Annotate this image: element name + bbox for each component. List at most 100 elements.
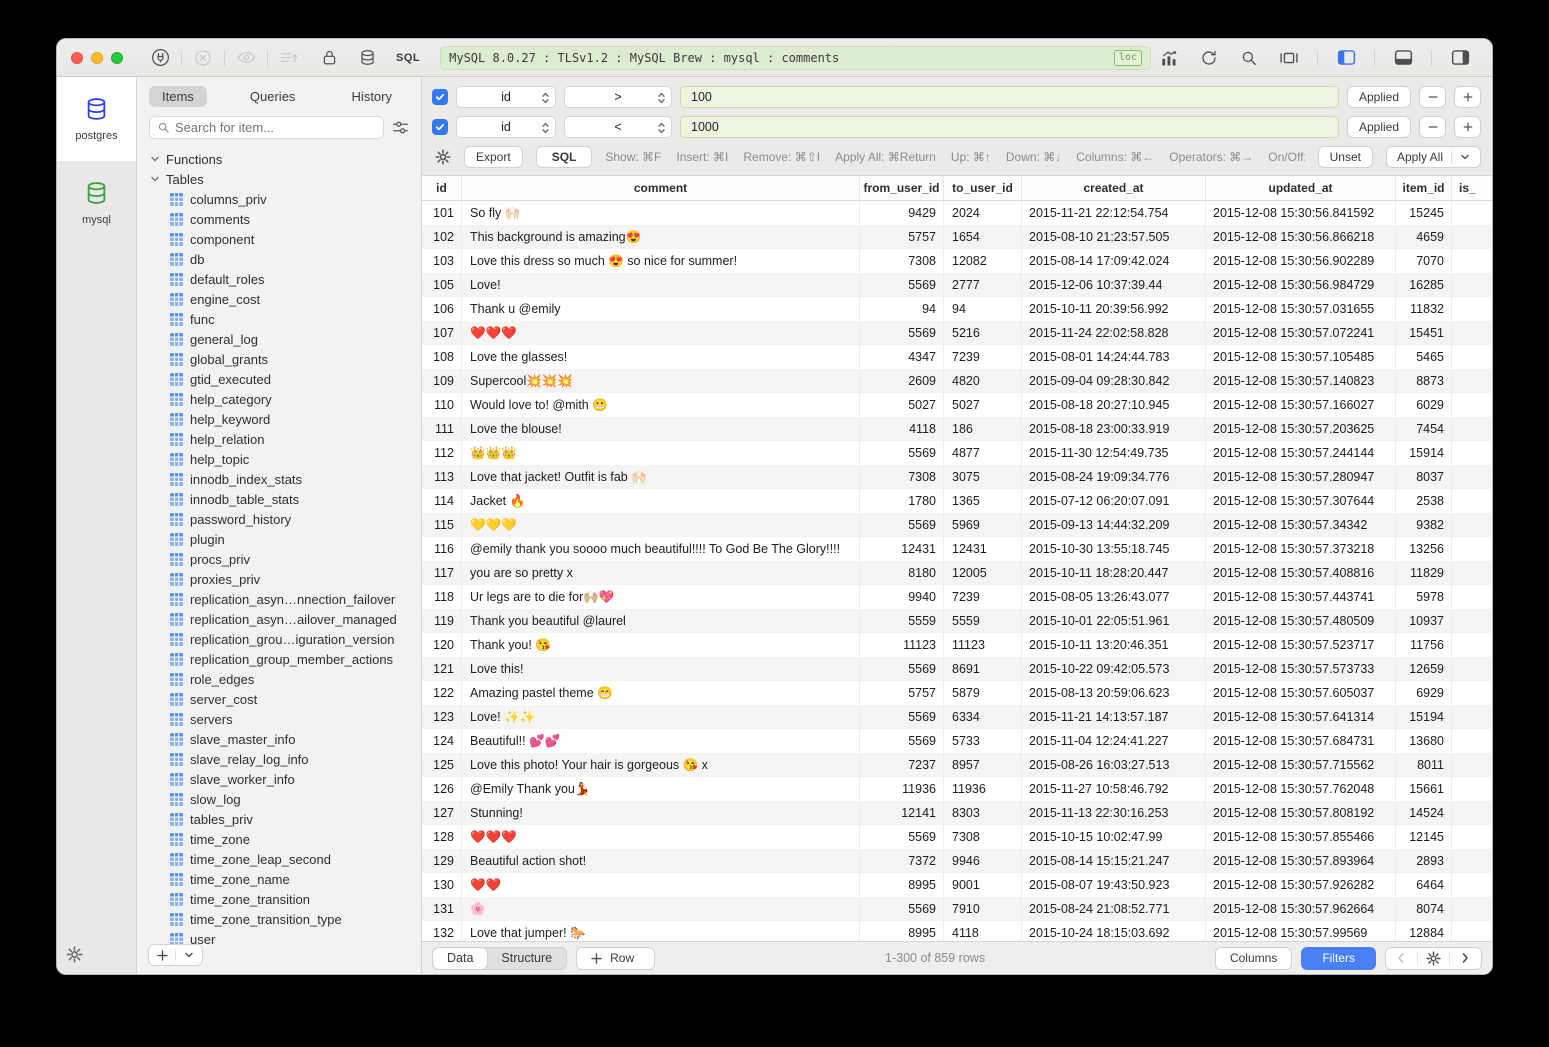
- cell-comment[interactable]: Love this dress so much 😍 so nice for su…: [462, 249, 860, 273]
- cell-updated-at[interactable]: 2015-12-08 15:30:57.373218: [1206, 537, 1396, 561]
- cell-to-user-id[interactable]: 8303: [944, 801, 1022, 825]
- cell-comment[interactable]: So fly 🙌🏻: [462, 201, 860, 225]
- cell-updated-at[interactable]: 2015-12-08 15:30:56.866218: [1206, 225, 1396, 249]
- filter-operator-select[interactable]: <: [564, 116, 672, 138]
- cell-updated-at[interactable]: 2015-12-08 15:30:57.641314: [1206, 705, 1396, 729]
- cell-is[interactable]: [1452, 609, 1492, 633]
- cell-from-user-id[interactable]: 4347: [860, 345, 944, 369]
- center-panel-icon[interactable]: [1271, 46, 1307, 70]
- cell-item-id[interactable]: 15661: [1396, 777, 1452, 801]
- cell-id[interactable]: 125: [422, 753, 462, 777]
- cell-updated-at[interactable]: 2015-12-08 15:30:56.902289: [1206, 249, 1396, 273]
- cell-is[interactable]: [1452, 897, 1492, 921]
- table-tree-item[interactable]: slave_worker_info: [137, 769, 421, 789]
- tab-data[interactable]: Data: [433, 948, 487, 969]
- cell-created-at[interactable]: 2015-08-14 17:09:42.024: [1022, 249, 1206, 273]
- table-tree-item[interactable]: time_zone_name: [137, 869, 421, 889]
- table-tree-item[interactable]: innodb_table_stats: [137, 489, 421, 509]
- cell-updated-at[interactable]: 2015-12-08 15:30:57.166027: [1206, 393, 1396, 417]
- cell-to-user-id[interactable]: 5559: [944, 609, 1022, 633]
- cell-comment[interactable]: Would love to! @mith 😬: [462, 393, 860, 417]
- cell-item-id[interactable]: 6929: [1396, 681, 1452, 705]
- cell-is[interactable]: [1452, 369, 1492, 393]
- cell-comment[interactable]: ❤️❤️❤️: [462, 321, 860, 345]
- cell-is[interactable]: [1452, 585, 1492, 609]
- lock-icon[interactable]: [314, 46, 344, 70]
- cell-is[interactable]: [1452, 321, 1492, 345]
- cell-updated-at[interactable]: 2015-12-08 15:30:57.408816: [1206, 561, 1396, 585]
- table-row[interactable]: 105 Love! 5569 2777 2015-12-06 10:37:39.…: [422, 273, 1492, 297]
- cell-id[interactable]: 101: [422, 201, 462, 225]
- table-row[interactable]: 130 ❤️❤️ 8995 9001 2015-08-07 19:43:50.9…: [422, 873, 1492, 897]
- database-icon[interactable]: [352, 46, 382, 70]
- table-tree-item[interactable]: procs_priv: [137, 549, 421, 569]
- add-row-button[interactable]: Row: [576, 947, 655, 970]
- table-row[interactable]: 106 Thank u @emily 94 94 2015-10-11 20:3…: [422, 297, 1492, 321]
- table-tree-item[interactable]: global_grants: [137, 349, 421, 369]
- search-icon[interactable]: [1231, 46, 1267, 70]
- cell-id[interactable]: 112: [422, 441, 462, 465]
- table-row[interactable]: 119 Thank you beautiful @laurel 5559 555…: [422, 609, 1492, 633]
- cell-to-user-id[interactable]: 12431: [944, 537, 1022, 561]
- cell-created-at[interactable]: 2015-10-01 22:05:51.961: [1022, 609, 1206, 633]
- cell-is[interactable]: [1452, 873, 1492, 897]
- cell-created-at[interactable]: 2015-09-04 09:28:30.842: [1022, 369, 1206, 393]
- cell-item-id[interactable]: 5978: [1396, 585, 1452, 609]
- cell-to-user-id[interactable]: 7239: [944, 585, 1022, 609]
- cell-to-user-id[interactable]: 11936: [944, 777, 1022, 801]
- cell-updated-at[interactable]: 2015-12-08 15:30:57.307644: [1206, 489, 1396, 513]
- settings-gear-icon[interactable]: [66, 946, 83, 963]
- cell-item-id[interactable]: 11832: [1396, 297, 1452, 321]
- cell-comment[interactable]: @Emily Thank you💃: [462, 777, 860, 801]
- cell-updated-at[interactable]: 2015-12-08 15:30:57.99569: [1206, 921, 1396, 941]
- cell-to-user-id[interactable]: 12082: [944, 249, 1022, 273]
- cell-to-user-id[interactable]: 7308: [944, 825, 1022, 849]
- tab-queries[interactable]: Queries: [237, 86, 309, 107]
- table-tree-item[interactable]: func: [137, 309, 421, 329]
- table-tree-item[interactable]: comments: [137, 209, 421, 229]
- left-panel-toggle-icon[interactable]: [1328, 46, 1364, 70]
- table-tree-item[interactable]: db: [137, 249, 421, 269]
- cell-updated-at[interactable]: 2015-12-08 15:30:57.140823: [1206, 369, 1396, 393]
- chart-icon[interactable]: [1151, 46, 1187, 70]
- table-row[interactable]: 108 Love the glasses! 4347 7239 2015-08-…: [422, 345, 1492, 369]
- cell-to-user-id[interactable]: 7239: [944, 345, 1022, 369]
- cell-id[interactable]: 108: [422, 345, 462, 369]
- cell-id[interactable]: 127: [422, 801, 462, 825]
- cell-item-id[interactable]: 12884: [1396, 921, 1452, 941]
- cell-comment[interactable]: Thank you beautiful @laurel: [462, 609, 860, 633]
- cell-comment[interactable]: Love that jacket! Outfit is fab 🙌🏻: [462, 465, 860, 489]
- table-tree-item[interactable]: time_zone: [137, 829, 421, 849]
- cell-from-user-id[interactable]: 7308: [860, 249, 944, 273]
- query-log-icon[interactable]: [274, 46, 304, 70]
- cell-is[interactable]: [1452, 537, 1492, 561]
- cell-comment[interactable]: Thank you! 😘: [462, 633, 860, 657]
- apply-all-button[interactable]: Apply All: [1386, 146, 1481, 168]
- cell-is[interactable]: [1452, 801, 1492, 825]
- cell-is[interactable]: [1452, 417, 1492, 441]
- cell-is[interactable]: [1452, 201, 1492, 225]
- sql-editor-button[interactable]: SQL: [390, 52, 426, 64]
- cell-created-at[interactable]: 2015-08-01 14:24:44.783: [1022, 345, 1206, 369]
- table-row[interactable]: 123 Love! ✨✨ 5569 6334 2015-11-21 14:13:…: [422, 705, 1492, 729]
- cell-from-user-id[interactable]: 5569: [860, 321, 944, 345]
- cell-id[interactable]: 117: [422, 561, 462, 585]
- table-row[interactable]: 107 ❤️❤️❤️ 5569 5216 2015-11-24 22:02:58…: [422, 321, 1492, 345]
- cell-updated-at[interactable]: 2015-12-08 15:30:57.962664: [1206, 897, 1396, 921]
- cell-from-user-id[interactable]: 8995: [860, 873, 944, 897]
- cell-comment[interactable]: Jacket 🔥: [462, 489, 860, 513]
- table-row[interactable]: 127 Stunning! 12141 8303 2015-11-13 22:3…: [422, 801, 1492, 825]
- cell-updated-at[interactable]: 2015-12-08 15:30:57.926282: [1206, 873, 1396, 897]
- remove-filter-button[interactable]: [1419, 86, 1446, 108]
- cell-created-at[interactable]: 2015-08-10 21:23:57.505: [1022, 225, 1206, 249]
- cell-item-id[interactable]: 12145: [1396, 825, 1452, 849]
- cell-item-id[interactable]: 5465: [1396, 345, 1452, 369]
- cell-id[interactable]: 118: [422, 585, 462, 609]
- table-tree-item[interactable]: plugin: [137, 529, 421, 549]
- cell-comment[interactable]: Love this photo! Your hair is gorgeous 😘…: [462, 753, 860, 777]
- cell-updated-at[interactable]: 2015-12-08 15:30:57.480509: [1206, 609, 1396, 633]
- cell-created-at[interactable]: 2015-08-14 15:15:21.247: [1022, 849, 1206, 873]
- cell-from-user-id[interactable]: 5027: [860, 393, 944, 417]
- table-tree-item[interactable]: help_category: [137, 389, 421, 409]
- filters-button[interactable]: Filters: [1301, 947, 1376, 970]
